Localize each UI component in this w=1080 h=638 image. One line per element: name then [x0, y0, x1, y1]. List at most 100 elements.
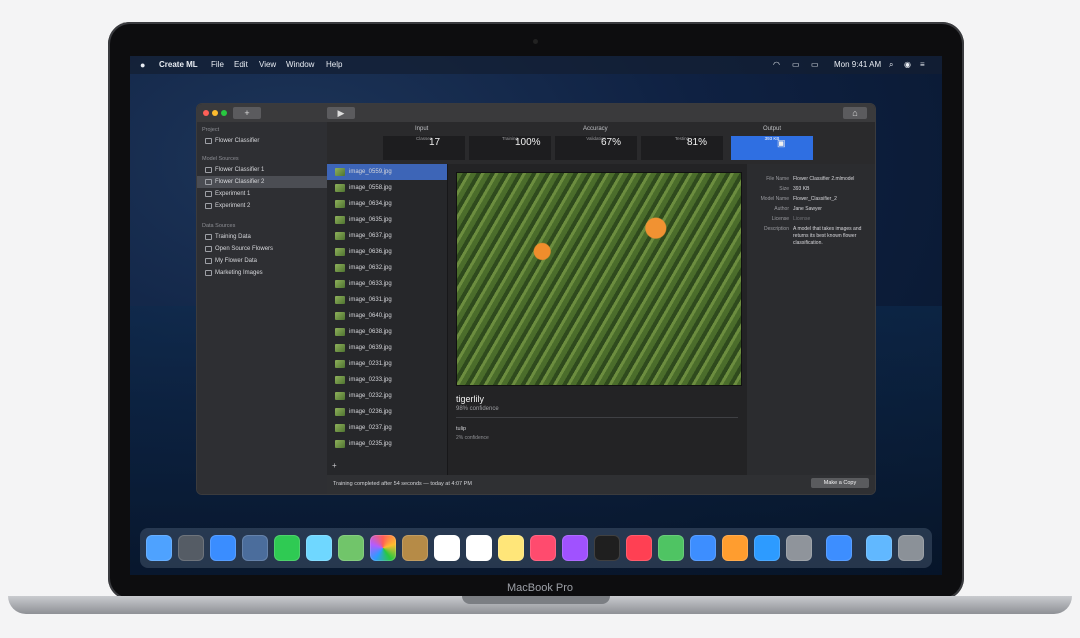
list-item[interactable]: image_0232.jpg: [327, 388, 447, 404]
output-model-button[interactable]: ▣ 393 KB: [731, 136, 813, 160]
model-icon: [205, 179, 212, 185]
list-item[interactable]: image_0235.jpg: [327, 436, 447, 452]
stickies-icon[interactable]: [498, 535, 524, 561]
data-sources-label: Data Sources: [202, 223, 236, 229]
testing-stat[interactable]: 81% Testing: [641, 136, 723, 160]
list-item[interactable]: image_0558.jpg: [327, 180, 447, 196]
list-item[interactable]: image_0233.jpg: [327, 372, 447, 388]
add-file-icon[interactable]: +: [332, 461, 337, 470]
system-preferences-icon[interactable]: [786, 535, 812, 561]
image-thumbnail: [335, 264, 345, 272]
menu-window[interactable]: Window: [286, 60, 314, 69]
metrics-bar: Input Accuracy Output 17 Classes 100% Tr…: [327, 122, 875, 164]
list-item[interactable]: image_0633.jpg: [327, 276, 447, 292]
safari-icon[interactable]: [210, 535, 236, 561]
list-item[interactable]: image_0632.jpg: [327, 260, 447, 276]
app-store-icon[interactable]: [754, 535, 780, 561]
menu-bar: ● Create ML File Edit View Window Help ◠…: [130, 56, 942, 74]
folder-icon: [205, 270, 212, 276]
add-button[interactable]: +: [233, 107, 261, 119]
apple-menu-icon[interactable]: ●: [140, 60, 145, 70]
pages-icon[interactable]: [722, 535, 748, 561]
zoom-button[interactable]: [221, 110, 227, 116]
music-icon[interactable]: [530, 535, 556, 561]
folder-icon: [205, 234, 212, 240]
app-menu[interactable]: Create ML: [159, 60, 198, 69]
flower-photo: [456, 172, 742, 386]
list-item[interactable]: image_0639.jpg: [327, 340, 447, 356]
finder-icon[interactable]: [146, 535, 172, 561]
menu-file[interactable]: File: [211, 60, 224, 69]
search-icon[interactable]: ⌕: [889, 60, 893, 70]
description-row: Description A model that takes images an…: [763, 226, 862, 246]
minimize-button[interactable]: [212, 110, 218, 116]
sidebar-item-flower-classifier-1[interactable]: Flower Classifier 1: [197, 164, 327, 176]
folder-icon[interactable]: [866, 535, 892, 561]
podcasts-icon[interactable]: [562, 535, 588, 561]
laptop-notch: [462, 596, 610, 604]
create-ml-icon[interactable]: [826, 535, 852, 561]
make-copy-button[interactable]: Make a Copy: [811, 478, 869, 488]
input-header: Input: [415, 126, 429, 132]
reminders-icon[interactable]: [466, 535, 492, 561]
validation-stat[interactable]: 67% Validation: [555, 136, 637, 160]
photos-icon[interactable]: [242, 535, 268, 561]
sidebar-item-training-data[interactable]: Training Data: [197, 231, 327, 243]
keynote-icon[interactable]: [690, 535, 716, 561]
document-icon: ▣: [777, 138, 786, 148]
list-item[interactable]: image_0636.jpg: [327, 244, 447, 260]
second-prediction-label: tulip: [456, 426, 467, 432]
list-item[interactable]: image_0237.jpg: [327, 420, 447, 436]
numbers-icon[interactable]: [658, 535, 684, 561]
battery-icon[interactable]: ▭: [811, 60, 819, 69]
list-item[interactable]: image_0637.jpg: [327, 228, 447, 244]
share-button[interactable]: ⌂: [843, 107, 867, 119]
webcam-icon: [533, 39, 538, 44]
notes-icon[interactable]: [402, 535, 428, 561]
list-item[interactable]: image_0559.jpg: [327, 164, 447, 180]
trash-icon[interactable]: [898, 535, 924, 561]
sidebar-item-experiment-1[interactable]: Experiment 1: [197, 188, 327, 200]
classes-stat[interactable]: 17 Classes: [383, 136, 465, 160]
sidebar-item-my-flower-data[interactable]: My Flower Data: [197, 255, 327, 267]
wifi-icon[interactable]: ◠: [773, 60, 780, 69]
menu-icon[interactable]: ≡: [920, 60, 925, 69]
menu-help[interactable]: Help: [326, 60, 342, 69]
list-item[interactable]: image_0231.jpg: [327, 356, 447, 372]
messages-icon[interactable]: [306, 535, 332, 561]
calendar-icon[interactable]: [434, 535, 460, 561]
maps-icon[interactable]: [338, 535, 364, 561]
image-thumbnail: [335, 184, 345, 192]
menu-edit[interactable]: Edit: [234, 60, 248, 69]
facetime-icon[interactable]: [274, 535, 300, 561]
news-icon[interactable]: [626, 535, 652, 561]
menu-view[interactable]: View: [259, 60, 276, 69]
list-item[interactable]: image_0635.jpg: [327, 212, 447, 228]
list-item[interactable]: image_0634.jpg: [327, 196, 447, 212]
run-button[interactable]: ▶: [327, 107, 355, 119]
image-thumbnail: [335, 280, 345, 288]
training-stat[interactable]: 100% Training: [469, 136, 551, 160]
sidebar-item-flower-classifier-2[interactable]: Flower Classifier 2: [197, 176, 327, 188]
list-item[interactable]: image_0640.jpg: [327, 308, 447, 324]
list-item[interactable]: image_0638.jpg: [327, 324, 447, 340]
sidebar-item-open-source-flowers[interactable]: Open Source Flowers: [197, 243, 327, 255]
sidebar-item-marketing-images[interactable]: Marketing Images: [197, 267, 327, 279]
launchpad-icon[interactable]: [178, 535, 204, 561]
folder-icon: [205, 258, 212, 264]
model-icon: [205, 167, 212, 173]
image-thumbnail: [335, 440, 345, 448]
sidebar-item-experiment-2[interactable]: Experiment 2: [197, 200, 327, 212]
image-thumbnail: [335, 344, 345, 352]
list-item[interactable]: image_0631.jpg: [327, 292, 447, 308]
license-row: License License: [771, 216, 811, 222]
photos-color-icon[interactable]: [370, 535, 396, 561]
airplay-icon[interactable]: ▭: [792, 60, 800, 69]
list-item[interactable]: image_0236.jpg: [327, 404, 447, 420]
clock[interactable]: Mon 9:41 AM: [834, 60, 881, 69]
close-button[interactable]: [203, 110, 209, 116]
size-row: Size 393 KB: [779, 186, 810, 192]
sidebar-item-project[interactable]: Flower Classifier: [197, 135, 327, 147]
siri-icon[interactable]: ◉: [904, 60, 911, 69]
tv-icon[interactable]: [594, 535, 620, 561]
